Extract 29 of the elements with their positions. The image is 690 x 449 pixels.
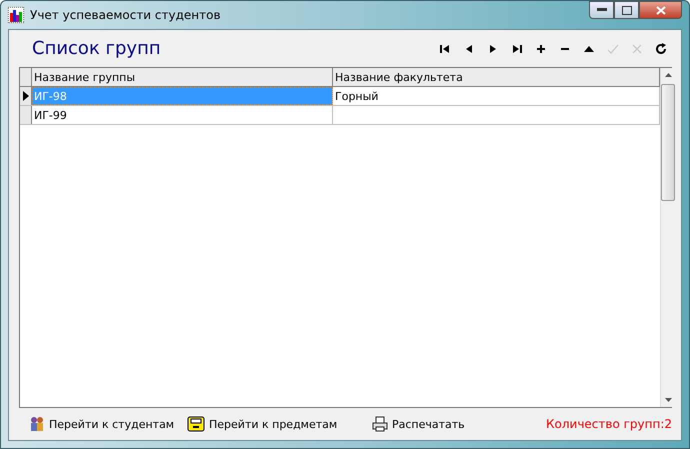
column-header[interactable]: Название группы [32,68,333,86]
cross-icon [630,42,644,56]
people-icon [29,416,45,432]
minimize-icon [596,8,606,12]
maximize-button[interactable] [614,1,639,19]
scroll-down-icon[interactable] [664,398,672,402]
table-cell: ИГ-99 [32,106,333,124]
refresh-icon [654,42,668,56]
scroll-up-icon[interactable] [664,73,672,77]
minus-icon [560,48,568,50]
print-button[interactable]: Распечатать [372,416,512,432]
navigate-button[interactable]: Перейти к студентам [29,416,187,432]
bar-chart-icon [8,7,24,23]
printer-icon [372,416,388,432]
scrollbar[interactable] [660,68,675,407]
close-icon [656,6,666,14]
column-header[interactable]: Название факультета [333,68,660,86]
maximize-icon [622,6,632,14]
scrollbar-thumb[interactable] [661,84,675,201]
book-icon [187,416,205,432]
table-cell: ИГ-98 [32,87,333,105]
group-count: Количество групп:2 [546,417,672,431]
navigate-button[interactable]: Перейти к предметам [187,416,372,432]
close-button[interactable] [639,1,682,19]
minimize-button[interactable] [589,1,614,19]
row-indicator[interactable] [20,87,32,105]
page-heading: Список групп [31,38,162,59]
window-title: Учет успеваемости студентов [30,8,222,22]
current-row-icon [22,91,28,101]
